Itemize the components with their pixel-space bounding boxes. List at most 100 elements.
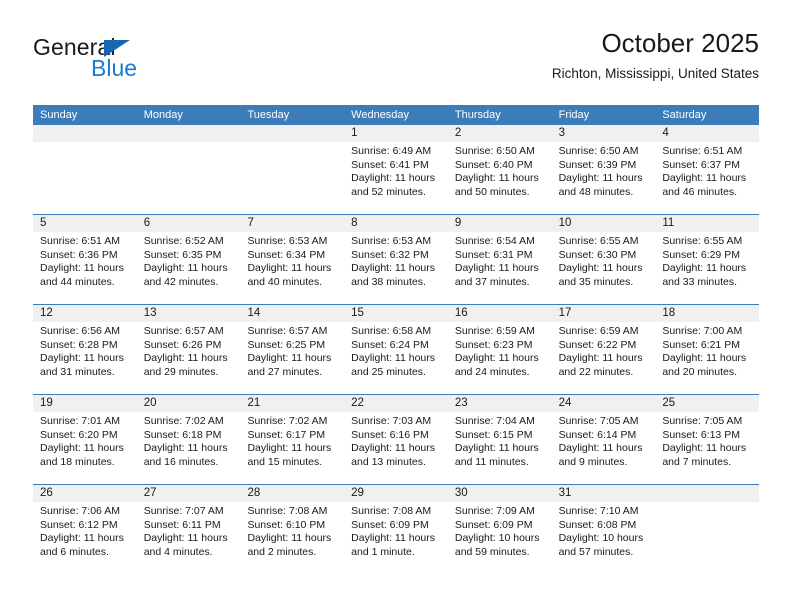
day-details: Sunrise: 6:50 AM Sunset: 6:39 PM Daylight:… bbox=[552, 142, 656, 199]
day-details: Sunrise: 7:05 AM Sunset: 6:14 PM Daylight:… bbox=[552, 412, 656, 469]
calendar-day-cell[interactable]: 31 Sunrise: 7:10 AM Sunset: 6:08 PM Dayligh… bbox=[551, 485, 656, 574]
day-number-band: 19 bbox=[33, 395, 137, 412]
sunrise-text: Sunrise: 7:05 AM bbox=[662, 415, 743, 427]
day-number: 12 bbox=[40, 307, 53, 319]
day-details bbox=[655, 502, 759, 505]
daylight-text-line1: Daylight: 11 hours bbox=[40, 532, 124, 545]
weekday-header-monday: Monday bbox=[143, 109, 183, 121]
sunset-text: Sunset: 6:28 PM bbox=[40, 338, 118, 351]
calendar-day-cell[interactable]: 13 Sunrise: 6:57 AM Sunset: 6:26 PM Dayligh… bbox=[136, 305, 241, 394]
calendar-day-cell[interactable]: 11 Sunrise: 6:55 AM Sunset: 6:29 PM Dayligh… bbox=[655, 215, 760, 304]
day-number: 13 bbox=[143, 307, 157, 319]
day-details: Sunrise: 7:03 AM Sunset: 6:16 PM Daylight:… bbox=[344, 412, 448, 469]
calendar-day-cell[interactable]: 23 Sunrise: 7:04 AM Sunset: 6:15 PM Dayligh… bbox=[447, 395, 552, 484]
sunset-text: Sunset: 6:26 PM bbox=[143, 338, 222, 351]
day-details: Sunrise: 7:02 AM Sunset: 6:17 PM Daylight:… bbox=[240, 412, 344, 469]
day-details: Sunrise: 6:52 AM Sunset: 6:35 PM Daylight:… bbox=[137, 232, 241, 289]
sunrise-text: Sunrise: 6:49 AM bbox=[351, 145, 432, 157]
sunset-text: Sunset: 6:17 PM bbox=[247, 428, 326, 441]
calendar-day-cell[interactable]: 24 Sunrise: 7:05 AM Sunset: 6:14 PM Dayligh… bbox=[551, 395, 656, 484]
day-details: Sunrise: 6:54 AM Sunset: 6:31 PM Daylight:… bbox=[448, 232, 552, 289]
calendar-day-cell[interactable]: 8 Sunrise: 6:53 AM Sunset: 6:32 PM Daylight… bbox=[344, 215, 448, 304]
calendar-day-cell[interactable]: 17 Sunrise: 6:59 AM Sunset: 6:22 PM Dayligh… bbox=[551, 305, 656, 394]
daylight-text-line1: Daylight: 11 hours bbox=[454, 442, 539, 455]
calendar-day-empty bbox=[33, 125, 137, 214]
calendar-day-cell[interactable]: 10 Sunrise: 6:55 AM Sunset: 6:30 PM Dayligh… bbox=[551, 215, 656, 304]
sunset-text: Sunset: 6:14 PM bbox=[558, 428, 637, 441]
day-details: Sunrise: 7:08 AM Sunset: 6:10 PM Daylight:… bbox=[240, 502, 344, 559]
calendar-day-cell[interactable]: 9 Sunrise: 6:54 AM Sunset: 6:31 PM Daylight… bbox=[447, 215, 552, 304]
calendar-day-cell[interactable]: 5 Sunrise: 6:51 AM Sunset: 6:36 PM Daylight… bbox=[33, 215, 137, 304]
daylight-text-line2: and 24 minutes. bbox=[454, 365, 530, 378]
daylight-text-line1: Daylight: 11 hours bbox=[351, 262, 436, 275]
day-details: Sunrise: 7:09 AM Sunset: 6:09 PM Daylight:… bbox=[448, 502, 552, 559]
daylight-text-line2: and 20 minutes. bbox=[662, 365, 738, 378]
calendar-day-cell[interactable]: 16 Sunrise: 6:59 AM Sunset: 6:23 PM Dayligh… bbox=[447, 305, 552, 394]
calendar-day-cell[interactable]: 21 Sunrise: 7:02 AM Sunset: 6:17 PM Dayligh… bbox=[240, 395, 345, 484]
day-details: Sunrise: 6:57 AM Sunset: 6:26 PM Daylight:… bbox=[137, 322, 241, 379]
calendar-grid: Sunday Monday Tuesday Wednesday Thursday Frid… bbox=[33, 105, 760, 574]
general-blue-logo[interactable]: General Blue bbox=[33, 34, 253, 90]
calendar-day-cell[interactable]: 2 Sunrise: 6:50 AM Sunset: 6:40 PM Daylight… bbox=[447, 125, 552, 214]
sunset-text: Sunset: 6:34 PM bbox=[247, 248, 326, 261]
daylight-text-line2: and 35 minutes. bbox=[558, 275, 634, 288]
calendar-day-cell[interactable]: 30 Sunrise: 7:09 AM Sunset: 6:09 PM Dayligh… bbox=[447, 485, 552, 574]
day-number: 10 bbox=[558, 217, 572, 229]
calendar-day-cell[interactable]: 25 Sunrise: 7:05 AM Sunset: 6:13 PM Dayligh… bbox=[655, 395, 760, 484]
day-number: 4 bbox=[662, 127, 669, 139]
sunrise-text: Sunrise: 7:08 AM bbox=[247, 505, 328, 517]
day-number: 26 bbox=[40, 487, 53, 499]
day-number: 15 bbox=[351, 307, 364, 319]
sunrise-text: Sunrise: 6:53 AM bbox=[351, 235, 432, 247]
day-number: 1 bbox=[351, 127, 358, 139]
sunset-text: Sunset: 6:11 PM bbox=[143, 518, 221, 531]
calendar-day-cell[interactable]: 1 Sunrise: 6:49 AM Sunset: 6:41 PM Daylight… bbox=[344, 125, 448, 214]
day-number: 18 bbox=[662, 307, 676, 319]
calendar-day-cell[interactable]: 15 Sunrise: 6:58 AM Sunset: 6:24 PM Dayligh… bbox=[344, 305, 448, 394]
calendar-day-cell[interactable]: 4 Sunrise: 6:51 AM Sunset: 6:37 PM Daylight… bbox=[655, 125, 760, 214]
calendar-day-cell[interactable]: 20 Sunrise: 7:02 AM Sunset: 6:18 PM Dayligh… bbox=[136, 395, 241, 484]
day-number: 23 bbox=[454, 397, 468, 409]
calendar-day-cell[interactable]: 26 Sunrise: 7:06 AM Sunset: 6:12 PM Dayligh… bbox=[33, 485, 137, 574]
daylight-text-line1: Daylight: 11 hours bbox=[662, 262, 747, 275]
calendar-day-cell[interactable]: 12 Sunrise: 6:56 AM Sunset: 6:28 PM Dayligh… bbox=[33, 305, 137, 394]
day-details bbox=[33, 142, 137, 145]
day-number-band: 16 bbox=[447, 305, 552, 322]
day-number: 7 bbox=[247, 217, 254, 229]
sunrise-text: Sunrise: 6:50 AM bbox=[558, 145, 639, 157]
calendar-day-cell[interactable]: 6 Sunrise: 6:52 AM Sunset: 6:35 PM Daylight… bbox=[136, 215, 241, 304]
daylight-text-line2: and 1 minute. bbox=[351, 545, 415, 558]
daylight-text-line2: and 13 minutes. bbox=[351, 455, 426, 468]
calendar-day-cell[interactable]: 14 Sunrise: 6:57 AM Sunset: 6:25 PM Dayligh… bbox=[240, 305, 345, 394]
day-number: 16 bbox=[454, 307, 468, 319]
calendar-day-cell[interactable]: 22 Sunrise: 7:03 AM Sunset: 6:16 PM Dayligh… bbox=[344, 395, 448, 484]
day-number-band: 14 bbox=[240, 305, 345, 322]
calendar-day-cell[interactable]: 3 Sunrise: 6:50 AM Sunset: 6:39 PM Daylight… bbox=[551, 125, 656, 214]
day-details: Sunrise: 6:49 AM Sunset: 6:41 PM Daylight:… bbox=[344, 142, 448, 199]
daylight-text-line1: Daylight: 11 hours bbox=[558, 352, 643, 365]
sunset-text: Sunset: 6:08 PM bbox=[558, 518, 637, 531]
calendar-day-cell[interactable]: 27 Sunrise: 7:07 AM Sunset: 6:11 PM Dayligh… bbox=[136, 485, 241, 574]
calendar-day-cell[interactable]: 29 Sunrise: 7:08 AM Sunset: 6:09 PM Dayligh… bbox=[344, 485, 448, 574]
daylight-text-line2: and 38 minutes. bbox=[351, 275, 426, 288]
daylight-text-line1: Daylight: 11 hours bbox=[40, 262, 124, 275]
sunset-text: Sunset: 6:23 PM bbox=[454, 338, 533, 351]
day-number-band: 23 bbox=[447, 395, 552, 412]
day-number-band: 12 bbox=[33, 305, 137, 322]
daylight-text-line2: and 29 minutes. bbox=[143, 365, 219, 378]
day-number-band: 27 bbox=[136, 485, 241, 502]
day-number: 17 bbox=[558, 307, 572, 319]
calendar-day-cell[interactable]: 7 Sunrise: 6:53 AM Sunset: 6:34 PM Daylight… bbox=[240, 215, 345, 304]
day-number-band bbox=[655, 485, 760, 502]
daylight-text-line1: Daylight: 11 hours bbox=[40, 352, 124, 365]
daylight-text-line2: and 48 minutes. bbox=[558, 185, 634, 198]
calendar-day-cell[interactable]: 18 Sunrise: 7:00 AM Sunset: 6:21 PM Dayligh… bbox=[655, 305, 760, 394]
daylight-text-line1: Daylight: 11 hours bbox=[247, 442, 332, 455]
day-number-band bbox=[240, 125, 345, 142]
calendar-day-cell[interactable]: 28 Sunrise: 7:08 AM Sunset: 6:10 PM Dayligh… bbox=[240, 485, 345, 574]
sunset-text: Sunset: 6:36 PM bbox=[40, 248, 118, 261]
calendar-day-cell[interactable]: 19 Sunrise: 7:01 AM Sunset: 6:20 PM Dayligh… bbox=[33, 395, 137, 484]
sunrise-text: Sunrise: 6:57 AM bbox=[143, 325, 224, 337]
sunrise-text: Sunrise: 6:59 AM bbox=[454, 325, 535, 337]
sunrise-text: Sunrise: 6:50 AM bbox=[454, 145, 535, 157]
